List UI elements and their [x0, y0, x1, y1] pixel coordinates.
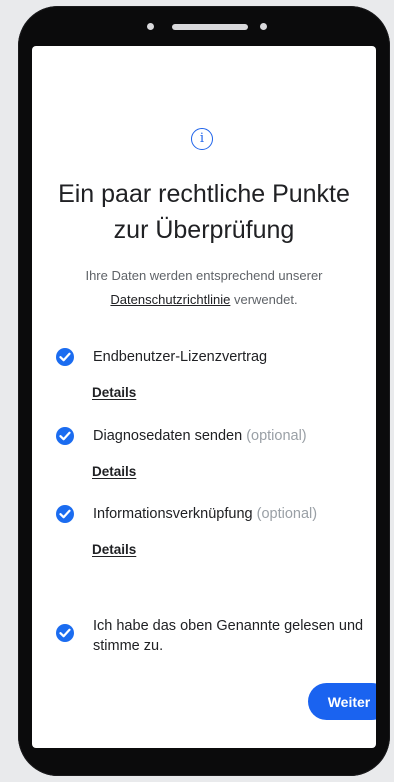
- privacy-intro-suffix: verwendet.: [230, 292, 298, 307]
- optional-tag: (optional): [246, 428, 307, 444]
- diagnostics-label: Diagnosedaten senden: [93, 428, 243, 444]
- checkbox-eula[interactable]: [56, 348, 74, 366]
- front-camera-icon: [147, 23, 154, 30]
- checkbox-diagnostics[interactable]: [56, 427, 74, 445]
- details-link-eula[interactable]: Details: [92, 385, 136, 400]
- privacy-intro: Ihre Daten werden entsprechend unserer D…: [42, 264, 366, 312]
- earpiece-speaker: [172, 24, 248, 30]
- info-linking-label: Informationsverknüpfung: [93, 506, 253, 522]
- checkmark-icon: [59, 431, 71, 441]
- privacy-intro-line-2: Datenschutzrichtlinie verwendet.: [42, 288, 366, 312]
- checkbox-info-linking[interactable]: [56, 505, 74, 523]
- proximity-sensor-icon: [260, 23, 267, 30]
- setup-screen: i Ein paar rechtliche Punkte zur Überprü…: [32, 46, 376, 748]
- details-link-info-linking[interactable]: Details: [92, 542, 136, 557]
- details-link-diagnostics[interactable]: Details: [92, 464, 136, 479]
- checkmark-icon: [59, 628, 71, 638]
- next-button[interactable]: Weiter: [308, 683, 376, 720]
- phone-frame: i Ein paar rechtliche Punkte zur Überprü…: [18, 6, 390, 776]
- checkmark-icon: [59, 509, 71, 519]
- item-label-diagnostics: Diagnosedaten senden (optional): [93, 426, 307, 446]
- checkmark-icon: [59, 352, 71, 362]
- title-line-1: Ein paar rechtliche Punkte: [58, 180, 350, 208]
- page-title: Ein paar rechtliche Punkte zur Überprüfu…: [32, 176, 376, 248]
- info-circle-icon: i: [191, 128, 213, 150]
- eula-label: Endbenutzer-Lizenzvertrag: [93, 349, 268, 365]
- optional-tag: (optional): [256, 506, 318, 522]
- checkbox-consent[interactable]: [56, 624, 74, 642]
- privacy-intro-line-1: Ihre Daten werden entsprechend unserer: [85, 268, 323, 283]
- consent-label: Ich habe das oben Genannte gelesen und s…: [93, 618, 364, 654]
- title-line-2: zur Überprüfung: [113, 216, 295, 244]
- item-label-info-linking: Informationsverknüpfung (optional): [93, 504, 317, 524]
- privacy-policy-link[interactable]: Datenschutzrichtlinie: [110, 292, 230, 307]
- item-label-eula: Endbenutzer-Lizenzvertrag: [93, 347, 267, 367]
